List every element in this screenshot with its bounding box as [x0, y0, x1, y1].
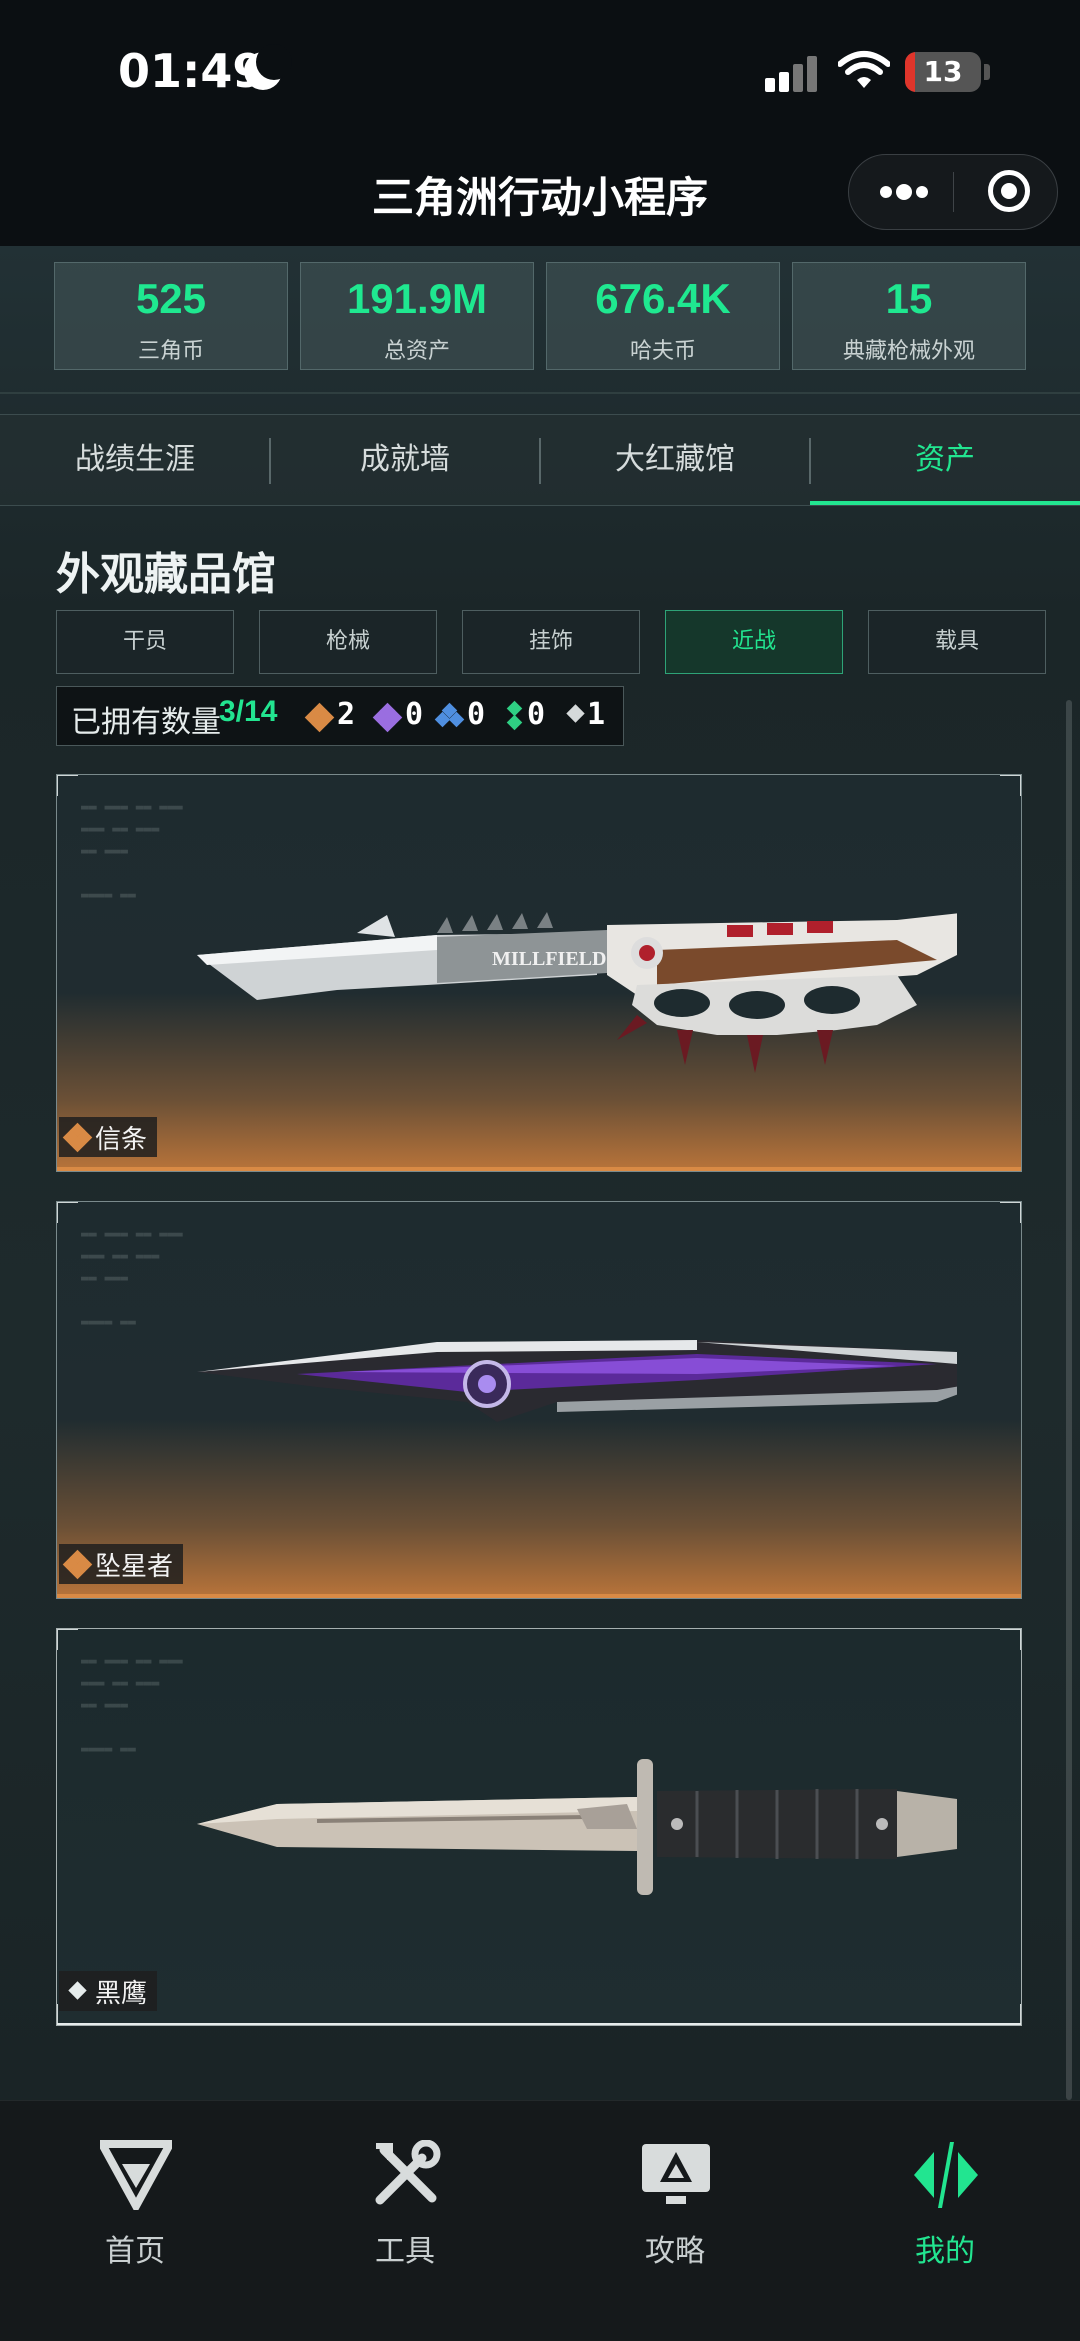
- item-name-tag: 黑鹰: [59, 1971, 158, 2011]
- stat-card-coins: 525 三角币: [54, 262, 288, 370]
- stat-value: 525: [135, 275, 207, 322]
- orange-rarity-icon: [62, 1549, 93, 1580]
- corner-decor: [57, 1629, 78, 1650]
- capsule-divider: [953, 172, 954, 212]
- rarity-underline: [57, 1167, 1021, 1171]
- owned-count: 3/14: [219, 695, 278, 728]
- nav-home[interactable]: 首页: [0, 2140, 270, 2270]
- tab-red-collection[interactable]: 大红藏馆: [540, 414, 810, 506]
- knife-creed-image: MILLFIELD: [197, 912, 957, 1073]
- tab-assets[interactable]: 资产: [810, 414, 1080, 506]
- nav-label: 工具: [375, 2234, 435, 2269]
- rarity-underline: [57, 1594, 1021, 1598]
- orange-count: 2: [337, 697, 356, 732]
- item-name-tag: 坠星者: [59, 1544, 184, 1584]
- filter-guns[interactable]: 枪械: [259, 610, 437, 674]
- nav-label: 我的: [915, 2234, 975, 2269]
- corner-decor: [57, 1202, 78, 1223]
- close-mini-program-icon[interactable]: [988, 170, 1030, 212]
- nav-guide[interactable]: 攻略: [540, 2140, 810, 2270]
- battery-cap: [984, 64, 990, 80]
- filter-melee[interactable]: 近战: [665, 610, 843, 674]
- stat-label: 总资产: [383, 339, 450, 364]
- battery-icon: 13: [905, 52, 981, 92]
- filter-operators[interactable]: 干员: [56, 610, 234, 674]
- stat-label: 三角币: [137, 339, 204, 364]
- corner-decor: [1000, 1629, 1021, 1650]
- status-time: 01:49: [118, 44, 265, 98]
- tab-career[interactable]: 战绩生涯: [0, 414, 270, 506]
- stat-label: 哈夫币: [629, 339, 696, 364]
- rarity-underline: [57, 2023, 1021, 2025]
- item-name-tag: 信条: [59, 1117, 158, 1157]
- stat-card-haf-coins: 676.4K 哈夫币: [546, 262, 780, 370]
- item-card-creed[interactable]: ▬▬ ▬▬▬ ▬▬ ▬▬▬ ▬▬▬ ▬▬ ▬▬▬ ▬▬ ▬▬▬ ▬▬▬▬ ▬▬ MIL…: [56, 774, 1022, 1172]
- item-name: 信条: [95, 1124, 148, 1155]
- white-count: 1: [587, 697, 606, 732]
- green-rarity-icon: [503, 700, 527, 731]
- stat-value: 191.9M: [346, 275, 488, 322]
- item-name: 坠星者: [95, 1551, 174, 1582]
- knife-star-faller-image: [197, 1340, 957, 1422]
- stat-value: 676.4K: [595, 275, 731, 322]
- nav-label: 首页: [105, 2234, 165, 2269]
- guide-monitor-icon: [642, 2144, 710, 2204]
- nav-mine[interactable]: 我的: [810, 2140, 1080, 2270]
- signal-icon: [765, 56, 821, 92]
- divider: [0, 392, 1080, 394]
- filter-charms[interactable]: 挂饰: [462, 610, 640, 674]
- nav-label: 攻略: [645, 2234, 705, 2269]
- item-name: 黑鹰: [95, 1978, 148, 2009]
- item-card-black-hawk[interactable]: ▬▬ ▬▬▬ ▬▬ ▬▬▬ ▬▬▬ ▬▬ ▬▬▬ ▬▬ ▬▬▬ ▬▬▬▬ ▬▬ 黑鹰: [56, 1628, 1022, 2026]
- orange-rarity-icon: [62, 1122, 93, 1153]
- white-rarity-icon: [65, 1979, 89, 2003]
- purple-rarity-icon: [372, 702, 403, 733]
- orange-rarity-icon: [304, 702, 335, 733]
- tab-achievements[interactable]: 成就墙: [270, 414, 540, 506]
- wifi-icon: [838, 51, 890, 88]
- profile-logo-icon: [914, 2142, 978, 2208]
- blue-rarity-icon: [434, 702, 465, 729]
- scrollbar[interactable]: [1066, 700, 1072, 2100]
- stat-card-collection-skins: 15 典藏枪械外观: [792, 262, 1026, 370]
- battery-level: 13: [923, 55, 963, 88]
- active-tab-indicator: [810, 501, 1080, 505]
- nav-tools[interactable]: 工具: [270, 2140, 540, 2270]
- white-rarity-icon: [563, 703, 587, 727]
- green-count: 0: [527, 697, 546, 732]
- knife-engraving: MILLFIELD: [492, 948, 606, 970]
- corner-decor: [1000, 1202, 1021, 1223]
- stat-card-total-assets: 191.9M 总资产: [300, 262, 534, 370]
- stat-value: 15: [885, 275, 933, 322]
- owned-count-bar: 已拥有数量 3/14 2 0 0 0 1: [56, 686, 624, 746]
- delta-logo-icon: [100, 2140, 172, 2210]
- purple-count: 0: [405, 697, 424, 732]
- more-icon[interactable]: [878, 183, 930, 201]
- corner-decor: [57, 775, 78, 796]
- section-title: 外观藏品馆: [56, 549, 276, 600]
- knife-black-hawk-image: [197, 1759, 957, 1895]
- item-card-star-faller[interactable]: ▬▬ ▬▬▬ ▬▬ ▬▬▬ ▬▬▬ ▬▬ ▬▬▬ ▬▬ ▬▬▬ ▬▬▬▬ ▬▬ 坠星者: [56, 1201, 1022, 1599]
- tools-icon: [375, 2140, 441, 2205]
- blue-count: 0: [467, 697, 486, 732]
- filter-vehicles[interactable]: 载具: [868, 610, 1046, 674]
- moon-icon: [244, 44, 292, 90]
- owned-label: 已拥有数量: [71, 705, 221, 740]
- corner-decor: [1000, 775, 1021, 796]
- stat-label: 典藏枪械外观: [842, 339, 975, 364]
